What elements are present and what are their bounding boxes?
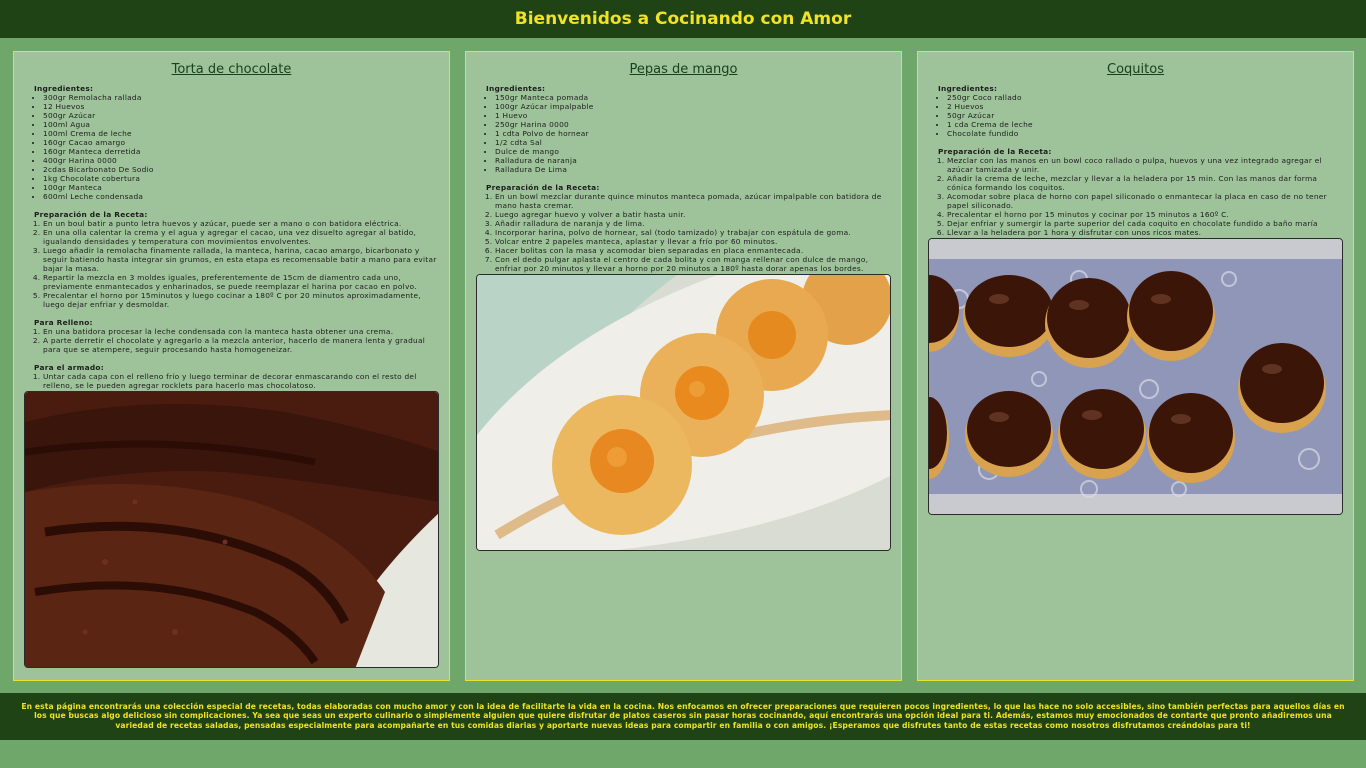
ingredients-heading: Ingredientes: <box>486 84 546 93</box>
site-footer: En esta página encontrarás una colección… <box>0 693 1366 740</box>
mango-cookies-photo <box>476 274 891 551</box>
ingredient-item: 160gr Manteca derretida <box>43 147 439 156</box>
step-item: En un boul batir a punto letra huevos y … <box>43 219 439 228</box>
ingredient-item: Ralladura de naranja <box>495 156 891 165</box>
step-item: Volcar entre 2 papeles manteca, aplastar… <box>495 237 891 246</box>
assembly-steps: Untar cada capa con el relleno frío y lu… <box>24 372 439 390</box>
step-item: Luego agregar huevo y volver a batir has… <box>495 210 891 219</box>
chocolate-cake-photo <box>24 391 439 668</box>
ingredient-item: 12 Huevos <box>43 102 439 111</box>
ingredient-item: 100ml Crema de leche <box>43 129 439 138</box>
ingredient-item: Dulce de mango <box>495 147 891 156</box>
ingredients-list: 150gr Manteca pomada 100gr Azúcar impalp… <box>476 93 891 174</box>
step-item: Con el dedo pulgar aplasta el centro de … <box>495 255 891 273</box>
ingredient-item: 1/2 cdta Sal <box>495 138 891 147</box>
step-item: En una batidora procesar la leche conden… <box>43 327 439 336</box>
step-item: Incorporar harina, polvo de hornear, sal… <box>495 228 891 237</box>
step-item: A parte derretir el chocolate y agregarl… <box>43 336 439 354</box>
ingredient-item: 600ml Leche condensada <box>43 192 439 201</box>
ingredients-list: 300gr Remolacha rallada 12 Huevos 500gr … <box>24 93 439 201</box>
ingredient-item: Ralladura De Lima <box>495 165 891 174</box>
recipe-title: Torta de chocolate <box>171 62 292 77</box>
step-item: Añadir la crema de leche, mezclar y llev… <box>947 174 1343 192</box>
filling-steps: En una batidora procesar la leche conden… <box>24 327 439 354</box>
ingredient-item: 160gr Cacao amargo <box>43 138 439 147</box>
preparation-heading: Preparación de la Receta: <box>938 147 1052 156</box>
ingredient-item: 1 cda Crema de leche <box>947 120 1343 129</box>
ingredient-item: 500gr Azúcar <box>43 111 439 120</box>
assembly-heading: Para el armado: <box>34 363 104 372</box>
step-item: Precalentar el horno por 15minutos y lue… <box>43 291 439 309</box>
step-item: Dejar enfriar y sumergir la parte superi… <box>947 219 1343 228</box>
filling-heading: Para Relleno: <box>34 318 93 327</box>
ingredient-item: 300gr Remolacha rallada <box>43 93 439 102</box>
recipe-title: Coquitos <box>1107 62 1164 77</box>
ingredient-item: 2 Huevos <box>947 102 1343 111</box>
ingredient-item: 100gr Azúcar impalpable <box>495 102 891 111</box>
recipe-card-pepas-de-mango: Pepas de mango Ingredientes: 150gr Mante… <box>465 51 902 681</box>
step-item: En un bowl mezclar durante quince minuto… <box>495 192 891 210</box>
ingredient-item: 150gr Manteca pomada <box>495 93 891 102</box>
step-item: Acomodar sobre placa de horno con papel … <box>947 192 1343 210</box>
step-item: Precalentar el horno por 15 minutos y co… <box>947 210 1343 219</box>
coquitos-photo <box>928 238 1343 515</box>
step-item: Añadir ralladura de naranja y de lima. <box>495 219 891 228</box>
ingredient-item: 250gr Harina 0000 <box>495 120 891 129</box>
step-item: Llevar a la heladera por 1 hora y disfru… <box>947 228 1343 237</box>
ingredients-heading: Ingredientes: <box>34 84 94 93</box>
site-title: Bienvenidos a Cocinando con Amor <box>514 9 852 29</box>
step-item: Luego añadir la remolacha finamente rall… <box>43 246 439 273</box>
footer-description: En esta página encontrarás una colección… <box>21 702 1345 730</box>
ingredient-item: 250gr Coco rallado <box>947 93 1343 102</box>
ingredient-item: 2cdas Bicarbonato De Sodio <box>43 165 439 174</box>
ingredient-item: 1 Huevo <box>495 111 891 120</box>
site-header: Bienvenidos a Cocinando con Amor <box>0 0 1366 38</box>
recipe-card-coquitos: Coquitos Ingredientes: 250gr Coco rallad… <box>917 51 1354 681</box>
step-item: Hacer bolitas con la masa y acomodar bie… <box>495 246 891 255</box>
ingredients-list: 250gr Coco rallado 2 Huevos 50gr Azúcar … <box>928 93 1343 138</box>
preparation-steps: Mezclar con las manos en un bowl coco ra… <box>928 156 1343 237</box>
step-item: En una olla calentar la crema y el agua … <box>43 228 439 246</box>
ingredient-item: 100ml Agua <box>43 120 439 129</box>
preparation-steps: En un boul batir a punto letra huevos y … <box>24 219 439 309</box>
preparation-steps: En un bowl mezclar durante quince minuto… <box>476 192 891 273</box>
preparation-heading: Preparación de la Receta: <box>34 210 148 219</box>
ingredient-item: 100gr Manteca <box>43 183 439 192</box>
preparation-heading: Preparación de la Receta: <box>486 183 600 192</box>
step-item: Untar cada capa con el relleno frío y lu… <box>43 372 439 390</box>
ingredient-item: 400gr Harina 0000 <box>43 156 439 165</box>
ingredient-item: Chocolate fundido <box>947 129 1343 138</box>
step-item: Repartir la mezcla en 3 moldes iguales, … <box>43 273 439 291</box>
ingredient-item: 1kg Chocolate cobertura <box>43 174 439 183</box>
recipe-title: Pepas de mango <box>629 62 738 77</box>
ingredients-heading: Ingredientes: <box>938 84 998 93</box>
step-item: Mezclar con las manos en un bowl coco ra… <box>947 156 1343 174</box>
ingredient-item: 1 cdta Polvo de hornear <box>495 129 891 138</box>
ingredient-item: 50gr Azúcar <box>947 111 1343 120</box>
recipe-card-torta-de-chocolate: Torta de chocolate Ingredientes: 300gr R… <box>13 51 450 681</box>
